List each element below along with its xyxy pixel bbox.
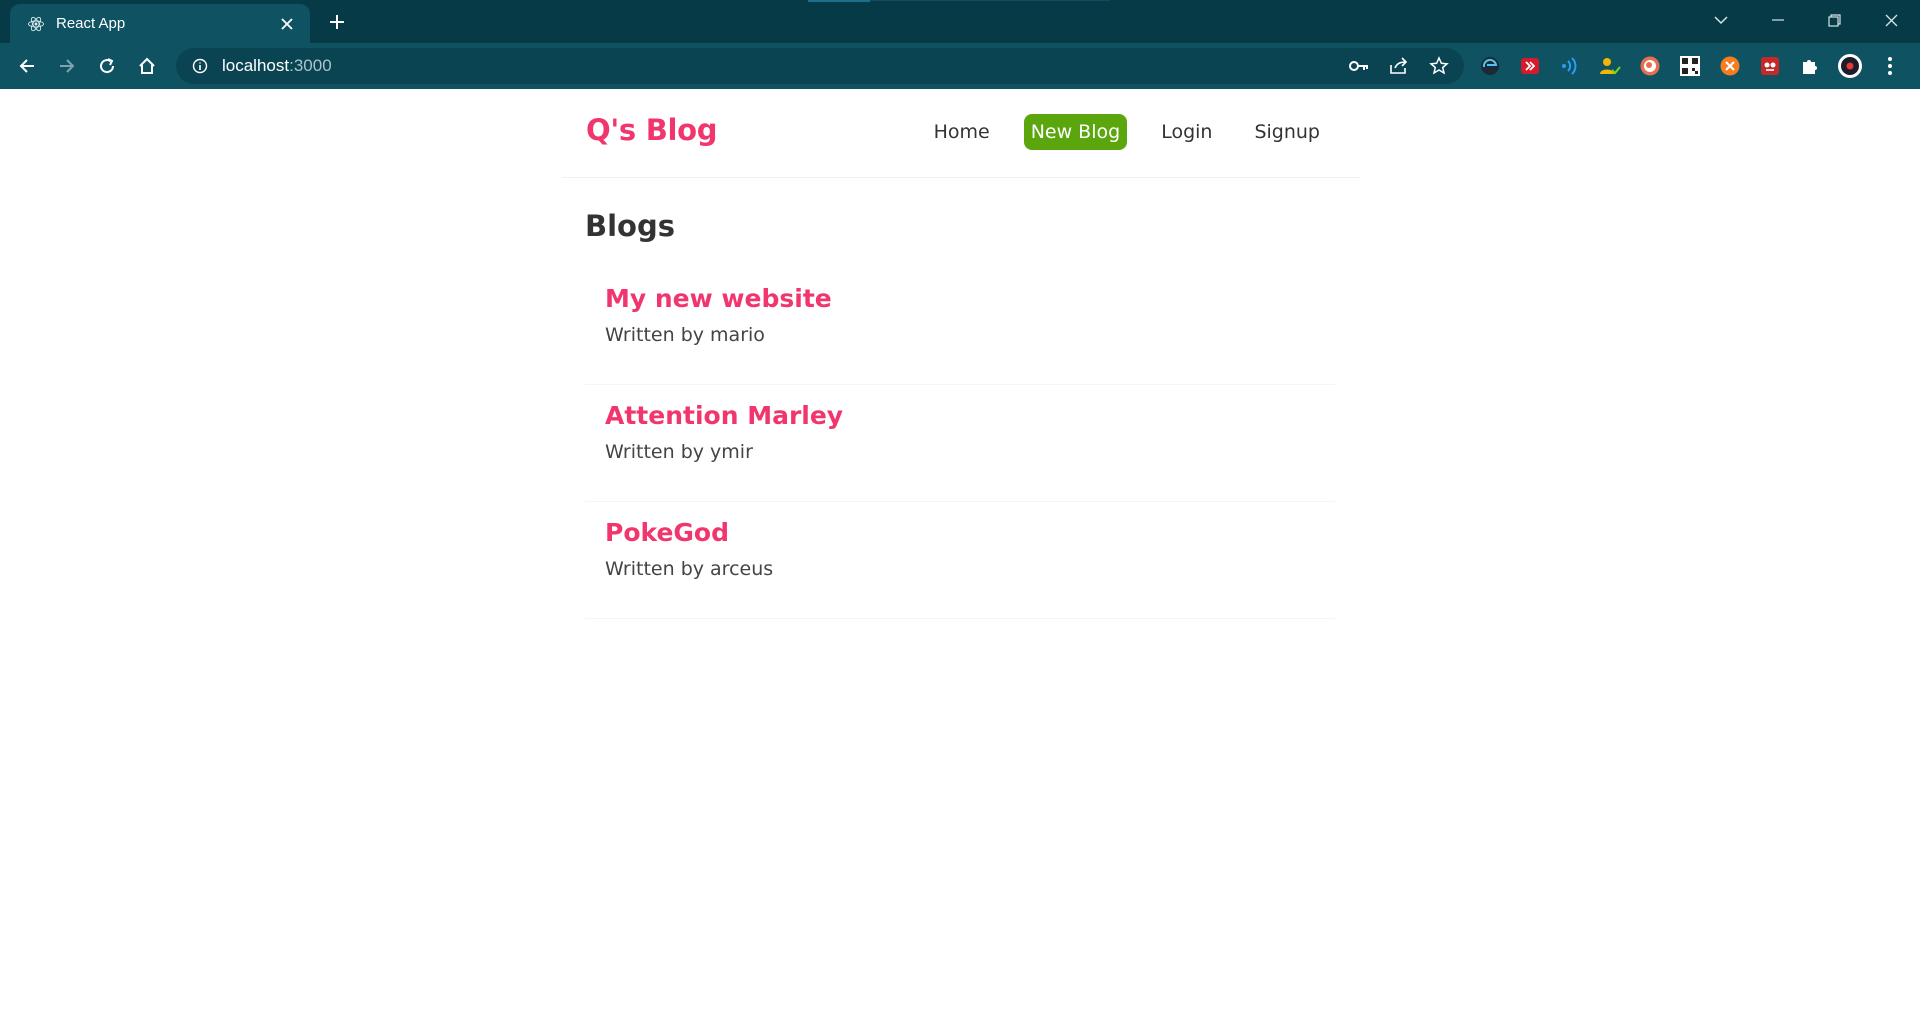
address-bar[interactable]: localhost:3000 [176, 48, 1464, 84]
new-blog-button[interactable]: New Blog [1023, 114, 1128, 150]
tab-search-icon[interactable] [1692, 0, 1749, 40]
extension-edge-icon[interactable] [1476, 52, 1504, 80]
extension-qr-code-icon[interactable] [1676, 52, 1704, 80]
profile-avatar-icon[interactable] [1836, 52, 1864, 80]
site-navbar: Q's Blog Home New Blog Login Signup [562, 89, 1360, 178]
blog-author: Written by ymir [605, 441, 753, 463]
close-window-icon[interactable] [1863, 0, 1920, 40]
blog-preview[interactable]: My new website Written by mario [585, 268, 1335, 385]
back-icon[interactable] [10, 49, 44, 83]
window-controls [1692, 0, 1920, 40]
blog-preview[interactable]: PokeGod Written by arceus [585, 502, 1335, 619]
close-icon[interactable] [276, 13, 298, 35]
tab-strip-divider [870, 0, 1110, 1]
extension-orange-x-icon[interactable] [1716, 52, 1744, 80]
page-title: Blogs [585, 209, 675, 243]
blog-title[interactable]: PokeGod [605, 518, 1315, 547]
key-icon[interactable] [1348, 55, 1370, 77]
blog-author: Written by mario [605, 324, 765, 346]
reload-icon[interactable] [90, 49, 124, 83]
browser-tab[interactable]: React App [10, 4, 310, 43]
forward-icon[interactable] [50, 49, 84, 83]
url-host: localhost [222, 56, 290, 75]
extensions-area [1476, 51, 1904, 81]
nav-link-login[interactable]: Login [1153, 115, 1220, 149]
extension-broadcast-icon[interactable] [1556, 52, 1584, 80]
blog-list: My new website Written by mario Attentio… [585, 268, 1335, 619]
extension-duckduckgo-icon[interactable] [1636, 52, 1664, 80]
extensions-puzzle-icon[interactable] [1796, 52, 1824, 80]
site-info-icon[interactable] [190, 56, 210, 76]
nav-links: Home New Blog Login Signup [900, 114, 1328, 150]
blog-title[interactable]: Attention Marley [605, 401, 1315, 430]
share-icon[interactable] [1388, 55, 1410, 77]
browser-tab-strip: React App [0, 0, 1920, 43]
blog-title[interactable]: My new website [605, 284, 1315, 313]
url-text[interactable]: localhost:3000 [222, 56, 1348, 76]
blog-preview[interactable]: Attention Marley Written by ymir [585, 385, 1335, 502]
blog-author: Written by arceus [605, 558, 774, 580]
extension-red-mask-icon[interactable] [1756, 52, 1784, 80]
tab-strip-accent [808, 0, 870, 2]
home-icon[interactable] [130, 49, 164, 83]
main-content: Blogs My new website Written by mario At… [585, 209, 1335, 619]
tab-title: React App [56, 15, 126, 32]
minimize-icon[interactable] [1749, 0, 1806, 40]
nav-link-home[interactable]: Home [926, 115, 998, 149]
page-content: Q's Blog Home New Blog Login Signup Blog… [0, 89, 1920, 1017]
extension-user-check-icon[interactable] [1596, 52, 1624, 80]
extension-video-icon[interactable] [1516, 52, 1544, 80]
browser-toolbar: localhost:3000 [0, 43, 1920, 89]
site-brand[interactable]: Q's Blog [586, 113, 718, 147]
bookmark-star-icon[interactable] [1428, 55, 1450, 77]
restore-icon[interactable] [1806, 0, 1863, 40]
nav-link-signup[interactable]: Signup [1246, 115, 1328, 149]
menu-kebab-icon[interactable] [1876, 52, 1904, 80]
url-port: :3000 [289, 56, 332, 75]
react-icon [26, 14, 46, 34]
new-tab-button[interactable] [322, 8, 352, 36]
